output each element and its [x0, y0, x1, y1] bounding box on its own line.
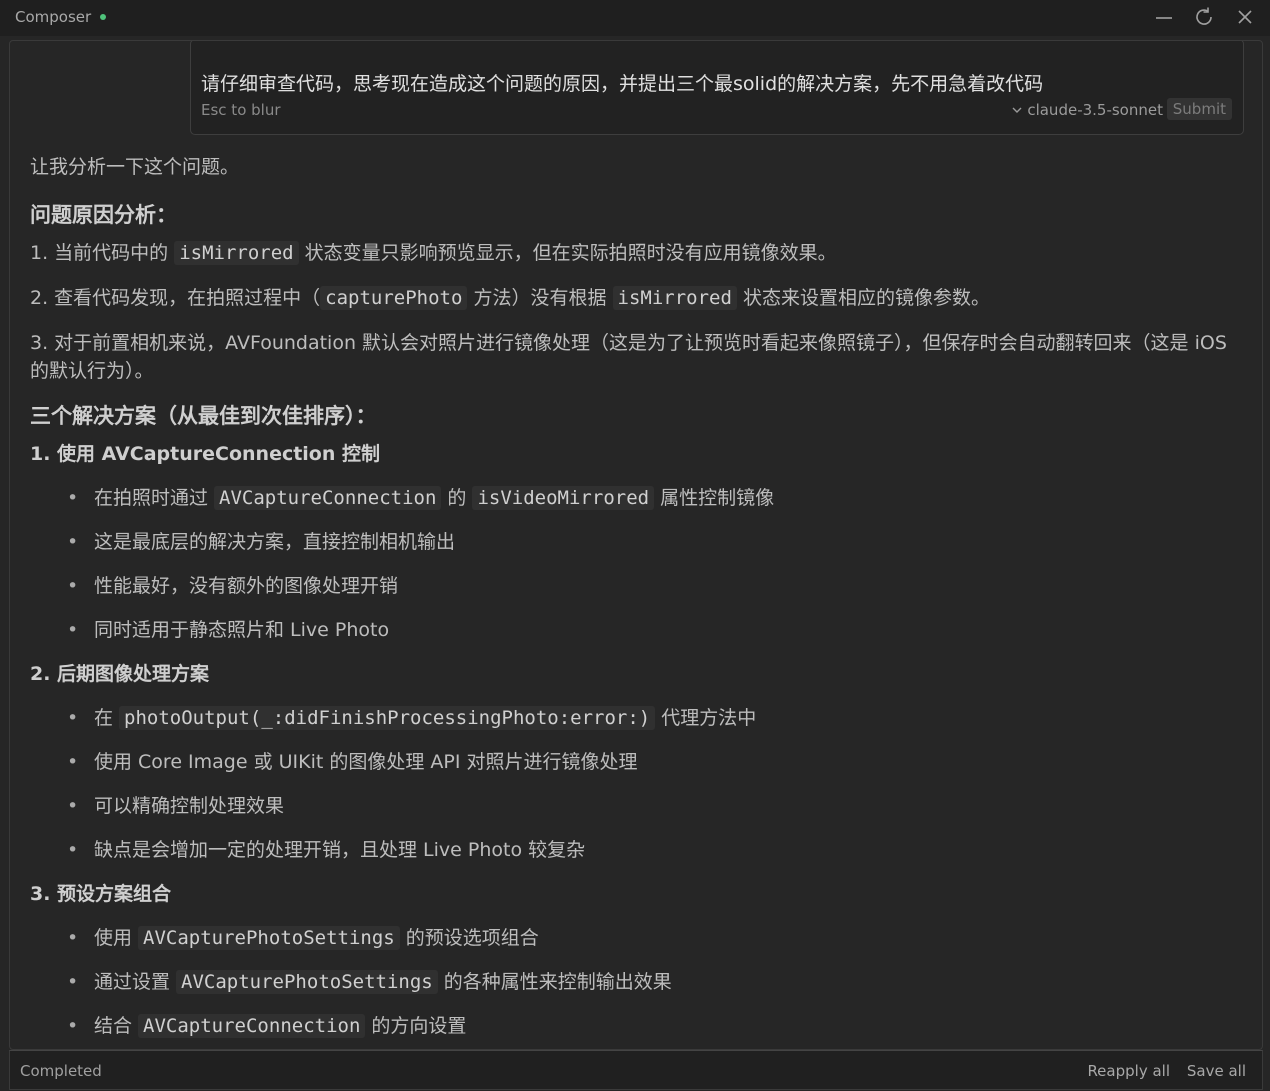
solution-list: 使用 AVCapturePhotoSettings 的预设选项组合 通过设置 A… [30, 924, 1245, 1040]
model-selector[interactable]: claude-3.5-sonnet [1011, 101, 1163, 119]
solution-list: 在 photoOutput(_:didFinishProcessingPhoto… [30, 704, 1245, 864]
minimize-icon[interactable] [1152, 5, 1176, 29]
list-item: 在拍照时通过 AVCaptureConnection 的 isVideoMirr… [30, 484, 1245, 512]
prompt-text[interactable]: 请仔细审查代码，思考现在造成这个问题的原因，并提出三个最solid的解决方案，先… [201, 69, 1043, 96]
list-item: 这是最底层的解决方案，直接控制相机输出 [30, 528, 1245, 556]
list-item: 缺点是会增加一定的处理开销，且处理 Live Photo 较复杂 [30, 836, 1245, 864]
inline-code: isMirrored [174, 241, 299, 265]
inline-code: AVCapturePhotoSettings [176, 970, 438, 994]
solution-title: 1. 使用 AVCaptureConnection 控制 [30, 443, 381, 465]
inline-code: isMirrored [612, 286, 737, 310]
cause-item: 2. 查看代码发现，在拍照过程中（ capturePhoto 方法）没有根据 is… [30, 286, 990, 310]
list-item: 可以精确控制处理效果 [30, 792, 1245, 820]
prompt-box[interactable]: 请仔细审查代码，思考现在造成这个问题的原因，并提出三个最solid的解决方案，先… [190, 41, 1244, 135]
inline-code: capturePhoto [320, 286, 468, 310]
intro-text: 让我分析一下这个问题。 [30, 156, 240, 178]
cause-item: 1. 当前代码中的 isMirrored 状态变量只影响预览显示，但在实际拍照时… [30, 241, 837, 265]
inline-code: photoOutput(_:didFinishProcessingPhoto:e… [119, 706, 656, 730]
list-item: 使用 Core Image 或 UIKit 的图像处理 API 对照片进行镜像处… [30, 748, 1245, 776]
composer-panel: 请仔细审查代码，思考现在造成这个问题的原因，并提出三个最solid的解决方案，先… [9, 40, 1263, 1050]
status-text: Completed [20, 1062, 102, 1080]
list-item: 结合 AVCaptureConnection 的方向设置 [30, 1012, 1245, 1040]
solution-title: 2. 后期图像处理方案 [30, 663, 210, 685]
model-name: claude-3.5-sonnet [1027, 101, 1163, 119]
cause-item: 3. 对于前置相机来说，AVFoundation 默认会对照片进行镜像处理（这是… [30, 332, 1227, 382]
solution-list: 在拍照时通过 AVCaptureConnection 的 isVideoMirr… [30, 484, 1245, 644]
inline-code: isVideoMirrored [472, 486, 655, 510]
list-item: 使用 AVCapturePhotoSettings 的预设选项组合 [30, 924, 1245, 952]
list-item: 同时适用于静态照片和 Live Photo [30, 616, 1245, 644]
inline-code: AVCaptureConnection [214, 486, 442, 510]
window-title: Composer [15, 8, 92, 26]
inline-code: AVCaptureConnection [138, 1014, 366, 1038]
title-bar: Composer [0, 0, 1270, 36]
section-heading: 三个解决方案（从最佳到次佳排序）： [30, 404, 377, 428]
response-content: 让我分析一下这个问题。 问题原因分析： 1. 当前代码中的 isMirrored… [30, 153, 1245, 1049]
refresh-icon[interactable] [1192, 5, 1216, 29]
footer-bar: Completed Reapply all Save all [9, 1050, 1263, 1090]
reapply-all-button[interactable]: Reapply all [1087, 1062, 1170, 1080]
chevron-down-icon [1011, 101, 1023, 119]
section-heading: 问题原因分析： [30, 203, 177, 227]
submit-button[interactable]: Submit [1166, 98, 1232, 120]
list-item: 性能最好，没有额外的图像处理开销 [30, 572, 1245, 600]
solution-title: 3. 预设方案组合 [30, 883, 172, 905]
list-item: 通过设置 AVCapturePhotoSettings 的各种属性来控制输出效果 [30, 968, 1245, 996]
list-item: 在 photoOutput(_:didFinishProcessingPhoto… [30, 704, 1245, 732]
inline-code: AVCapturePhotoSettings [138, 926, 400, 950]
status-dot [100, 14, 106, 20]
save-all-button[interactable]: Save all [1187, 1062, 1246, 1080]
close-icon[interactable] [1233, 5, 1257, 29]
blur-hint: Esc to blur [201, 101, 281, 119]
